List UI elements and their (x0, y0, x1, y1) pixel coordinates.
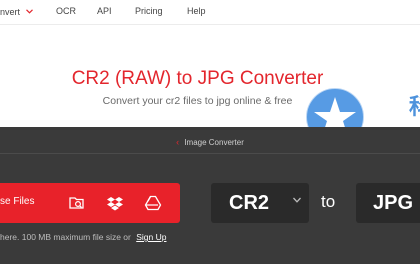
nav-item-label: Help (187, 6, 206, 16)
nav-item-label: OCR (56, 6, 76, 16)
breadcrumb[interactable]: ‹ Image Converter (0, 137, 420, 147)
watermark-glyph: 科 (409, 89, 420, 121)
chevron-left-icon: ‹ (176, 137, 180, 147)
nav-item-help[interactable]: Help (187, 6, 206, 16)
from-format-value: CR2 (229, 192, 270, 214)
nav-item-label: API (97, 6, 112, 16)
choose-files-label: se Files (0, 196, 35, 207)
upload-terms: here. 100 MB maximum file size or Sign U… (0, 232, 166, 242)
from-format-select[interactable]: CR2 (211, 183, 309, 223)
breadcrumb-label: Image Converter (184, 138, 244, 147)
breadcrumb-divider (0, 153, 420, 154)
folder-search-icon[interactable] (68, 194, 86, 212)
nav-item-api[interactable]: API (97, 6, 112, 16)
nav-item-pricing[interactable]: Pricing (135, 6, 163, 16)
nav-item-label: nvert (0, 7, 21, 17)
to-label: to (321, 192, 336, 211)
nav-item-convert[interactable]: nvert (0, 6, 33, 17)
choose-files-button[interactable]: se Files (0, 183, 180, 223)
chevron-down-icon (25, 6, 33, 16)
nav-item-ocr[interactable]: OCR (56, 6, 76, 16)
google-drive-icon[interactable] (144, 194, 162, 212)
chevron-down-icon (293, 195, 301, 206)
sign-up-link[interactable]: Sign Up (136, 232, 166, 242)
terms-text: here. 100 MB maximum file size or (0, 232, 131, 242)
dropbox-icon[interactable] (106, 194, 124, 212)
nav-item-label: Pricing (135, 6, 163, 16)
top-nav: nvert OCR API Pricing Help (0, 0, 420, 24)
page-bottom (0, 264, 420, 280)
nav-divider (0, 24, 420, 25)
to-format-value: JPG (373, 192, 414, 214)
to-format-select[interactable]: JPG (356, 183, 420, 223)
